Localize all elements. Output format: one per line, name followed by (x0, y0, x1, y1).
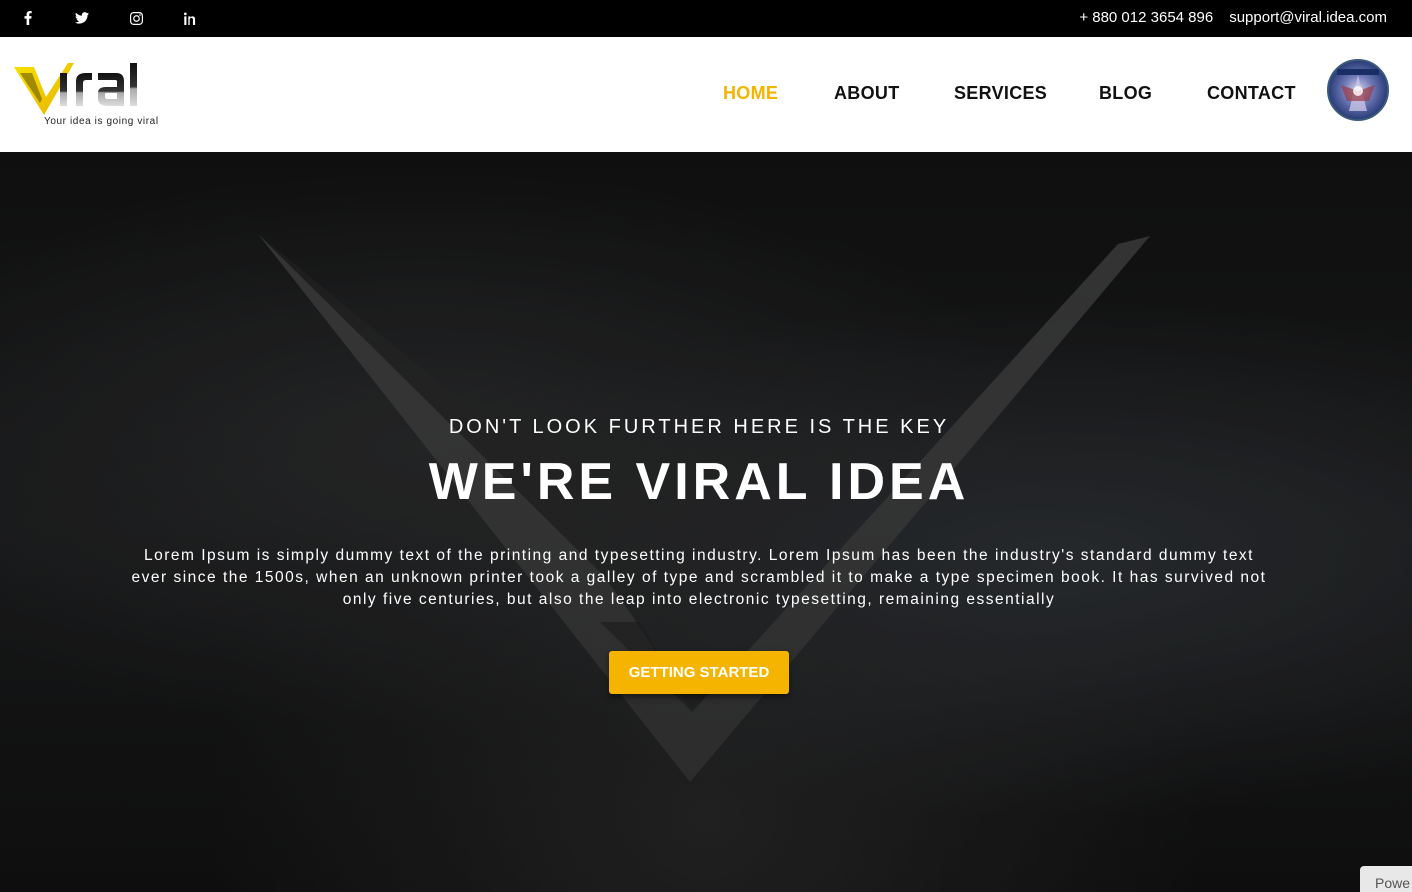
nav-blog[interactable]: BLOG (1099, 83, 1152, 104)
linkedin-icon[interactable] (180, 9, 200, 27)
powered-badge[interactable]: Powe (1360, 866, 1412, 892)
twitter-icon[interactable] (72, 9, 92, 27)
getting-started-button[interactable]: GETTING STARTED (609, 651, 789, 694)
nav-services[interactable]: SERVICES (954, 83, 1047, 104)
site-logo[interactable]: Your idea is going viral (14, 61, 164, 129)
instagram-icon[interactable] (126, 9, 146, 27)
hero-content: DON'T LOOK FURTHER HERE IS THE KEY WE'RE… (0, 152, 1412, 892)
social-links (18, 9, 234, 27)
email-address[interactable]: support@viral.idea.com (1229, 9, 1387, 26)
hero-section: DON'T LOOK FURTHER HERE IS THE KEY WE'RE… (0, 152, 1412, 892)
hero-kicker: DON'T LOOK FURTHER HERE IS THE KEY (448, 416, 950, 438)
contact-info: + 880 012 3654 896 support@viral.idea.co… (1079, 9, 1387, 26)
nav-about[interactable]: ABOUT (834, 83, 900, 104)
top-bar: + 880 012 3654 896 support@viral.idea.co… (0, 0, 1412, 37)
hero-description: Lorem Ipsum is simply dummy text of the … (131, 547, 1267, 608)
user-avatar[interactable] (1327, 59, 1389, 121)
logo-wordmark (58, 59, 163, 118)
facebook-icon[interactable] (18, 9, 38, 27)
hero-headline: WE'RE VIRAL IDEA (428, 453, 970, 511)
phone-number[interactable]: + 880 012 3654 896 (1079, 9, 1213, 26)
site-header: Your idea is going viral HOME ABOUT SERV… (0, 37, 1412, 152)
nav-contact[interactable]: CONTACT (1207, 83, 1296, 104)
logo-tagline: Your idea is going viral (44, 116, 159, 127)
nav-home[interactable]: HOME (723, 83, 778, 104)
